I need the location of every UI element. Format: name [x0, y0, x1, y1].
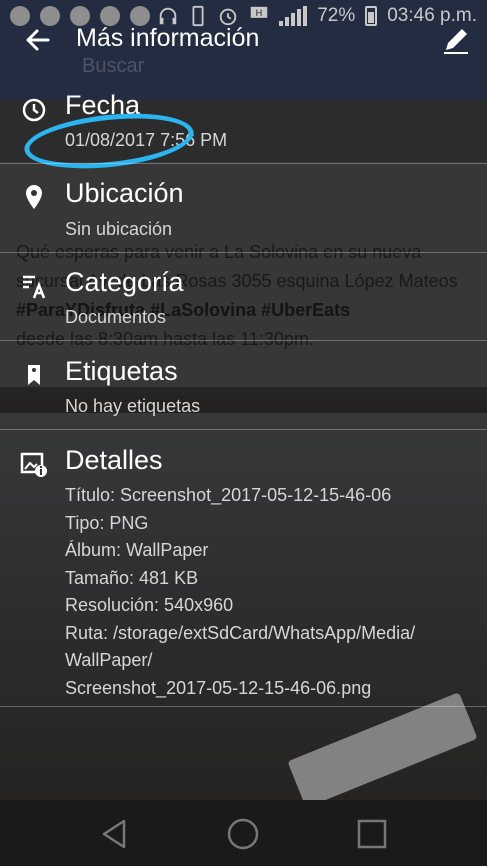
detail-type: Tipo: PNG	[65, 512, 149, 533]
location-pin-icon	[26, 185, 42, 209]
detail-path-line-3: Screenshot_2017-05-12-15-46-06.png	[65, 677, 372, 698]
detail-path-line-1: Ruta: /storage/extSdCard/WhatsApp/Media/	[65, 622, 416, 643]
etiquetas-value: No hay etiquetas	[65, 396, 201, 416]
etiquetas-label: Etiquetas	[65, 356, 178, 386]
divider	[0, 252, 487, 253]
app-bar: Más información	[0, 16, 487, 64]
image-info-icon	[20, 452, 47, 477]
detail-title: Título: Screenshot_2017-05-12-15-46-06	[65, 485, 392, 505]
nav-home-button[interactable]	[225, 816, 261, 852]
section-categoria: Categoría Documentos	[0, 267, 487, 339]
square-recents-icon	[357, 819, 387, 849]
detalles-label: Detalles	[65, 445, 163, 475]
divider	[0, 163, 487, 164]
system-nav-bar	[0, 800, 487, 866]
edit-button[interactable]	[438, 22, 474, 58]
detail-album: Álbum: WallPaper	[65, 540, 209, 560]
back-button[interactable]	[20, 22, 56, 58]
section-etiquetas: Etiquetas No hay etiquetas	[0, 356, 487, 428]
divider	[0, 340, 487, 341]
divider	[0, 706, 487, 707]
category-icon	[23, 275, 46, 299]
pencil-icon	[444, 29, 468, 54]
detail-path-line-2: WallPaper/	[65, 650, 153, 670]
circle-home-icon	[227, 818, 259, 850]
categoria-value: Documentos	[65, 307, 167, 327]
detail-resolution: Resolución: 540x960	[65, 595, 234, 615]
arrow-back-icon	[26, 29, 50, 51]
divider	[0, 429, 487, 430]
tag-icon	[28, 365, 40, 385]
triangle-back-icon	[102, 819, 126, 849]
clock-icon	[22, 98, 46, 122]
ubicacion-value: Sin ubicación	[65, 219, 173, 239]
page-title: Más información	[76, 24, 260, 52]
nav-recents-button[interactable]	[354, 816, 390, 852]
nav-back-button[interactable]	[96, 816, 132, 852]
ubicacion-label: Ubicación	[65, 178, 184, 208]
categoria-label: Categoría	[65, 267, 184, 297]
details-list: Título: Screenshot_2017-05-12-15-46-06 T…	[65, 482, 475, 702]
detail-size: Tamaño: 481 KB	[65, 567, 199, 588]
section-ubicacion: Ubicación Sin ubicación	[0, 178, 487, 250]
